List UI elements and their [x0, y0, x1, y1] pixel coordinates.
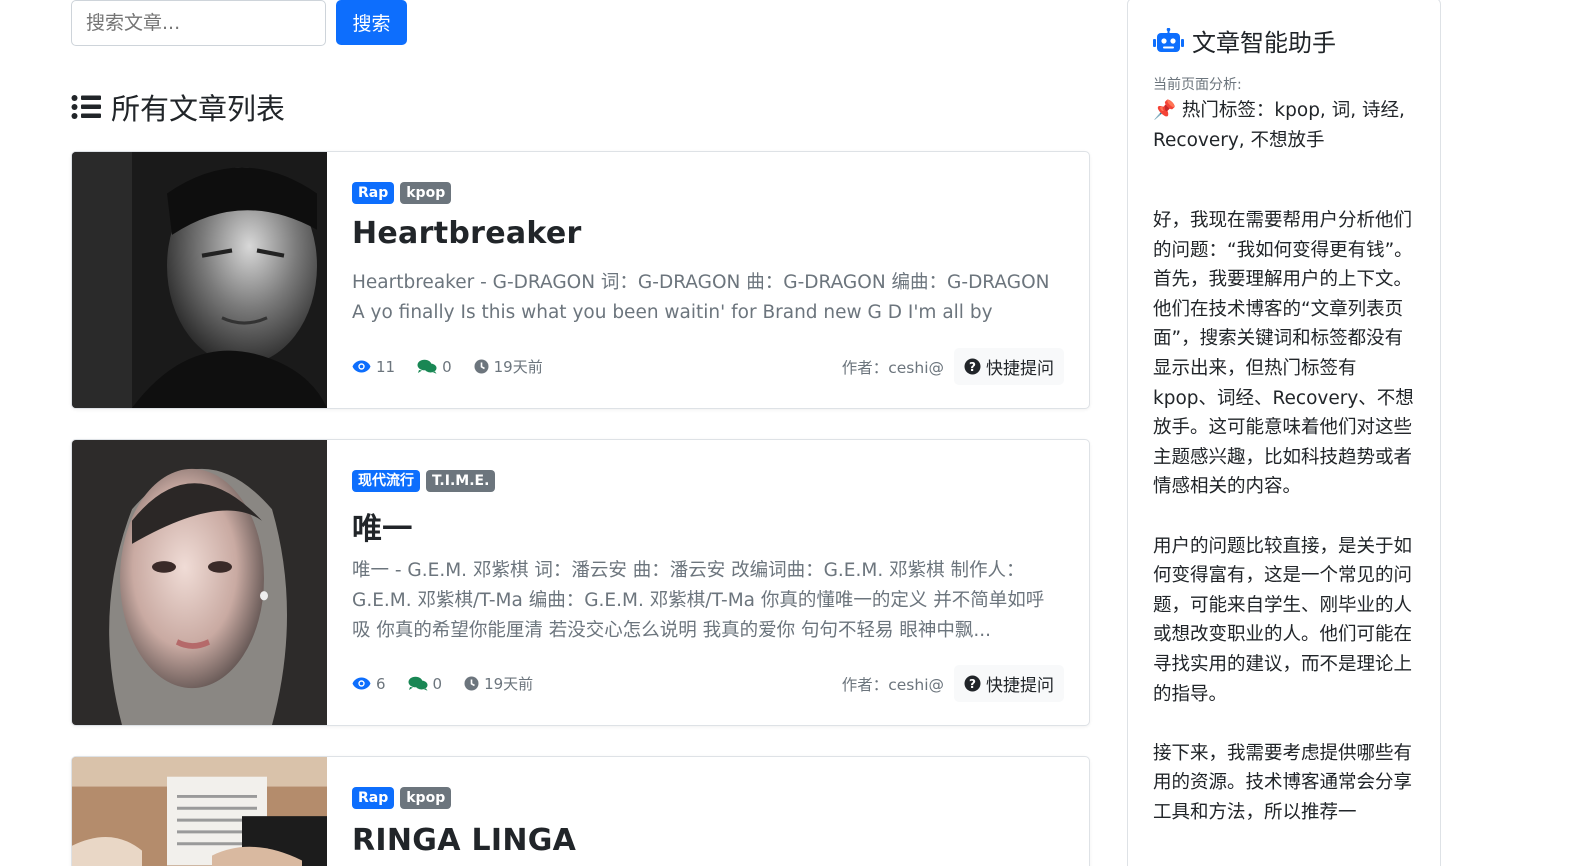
- article-thumbnail[interactable]: [72, 757, 327, 866]
- article-author: 作者：ceshi@: [841, 358, 944, 377]
- question-circle-icon: ?: [964, 675, 981, 692]
- article-excerpt: 唯一 - G.E.M. 邓紫棋 词：潘云安 曲：潘云安 改编词曲：G.E.M. …: [352, 560, 1045, 641]
- response-paragraph: 好，我现在需要帮用户分析他们的问题：“我如何变得更有钱”。首先，我要理解用户的上…: [1153, 210, 1414, 498]
- tag-badge[interactable]: Rap: [352, 182, 395, 204]
- comments-icon: [408, 676, 428, 691]
- quick-ask-button[interactable]: ? 快捷提问: [954, 665, 1064, 702]
- article-title[interactable]: RINGA LINGA: [352, 823, 576, 858]
- search-button[interactable]: 搜索: [336, 0, 407, 45]
- article-excerpt: Heartbreaker - G-DRAGON 词：G-DRAGON 曲：G-D…: [352, 272, 1050, 323]
- views-count: 6: [376, 674, 386, 693]
- svg-text:?: ?: [969, 360, 976, 374]
- response-paragraph: 用户的问题比较直接，是关于如何变得富有，这是一个常见的问题，可能来自学生、刚毕业…: [1153, 535, 1413, 705]
- tag-badge[interactable]: Rap: [352, 787, 395, 809]
- article-thumbnail[interactable]: [72, 152, 327, 408]
- eye-icon: [352, 677, 371, 690]
- question-circle-icon: ?: [964, 358, 981, 375]
- views-stat: 11: [352, 358, 395, 376]
- time-stat: 19天前: [474, 356, 543, 377]
- article-meta: 11 0 19天前 作者：ceshi@ ? 快捷提问: [352, 348, 1064, 385]
- comments-count: 0: [432, 674, 443, 693]
- post-time: 19天前: [493, 358, 543, 376]
- article-author: 作者：ceshi@: [841, 675, 944, 694]
- page: 搜索 所有文章列表: [0, 0, 1587, 866]
- article-card[interactable]: 现代流行 T.I.M.E. 唯一 唯一 - G.E.M. 邓紫棋 词：潘云安 曲…: [71, 439, 1090, 726]
- page-title: 所有文章列表: [71, 86, 285, 128]
- views-stat: 6: [352, 675, 386, 693]
- tag-badge[interactable]: 现代流行: [352, 470, 420, 492]
- comments-stat: 0: [408, 674, 443, 693]
- svg-text:?: ?: [969, 677, 976, 691]
- eye-icon: [352, 360, 371, 373]
- article-body: 现代流行 T.I.M.E. 唯一 唯一 - G.E.M. 邓紫棋 词：潘云安 曲…: [352, 440, 1064, 725]
- tag-badge[interactable]: kpop: [400, 787, 452, 809]
- article-title[interactable]: Heartbreaker: [352, 216, 582, 251]
- search-input[interactable]: [71, 0, 326, 46]
- time-stat: 19天前: [464, 673, 533, 694]
- tag-list: Rap kpop: [352, 787, 452, 809]
- article-body: Rap kpop RINGA LINGA: [352, 757, 1064, 866]
- quick-ask-label: 快捷提问: [986, 676, 1054, 696]
- page-title-text: 所有文章列表: [111, 92, 286, 126]
- response-paragraph: 接下来，我需要考虑提供哪些有用的资源。技术博客通常会分享工具和方法，所以推荐一: [1153, 742, 1413, 823]
- comments-stat: 0: [417, 358, 452, 376]
- list-icon: [71, 95, 101, 119]
- search-bar: 搜索: [71, 0, 407, 46]
- tag-list: Rap kpop: [352, 182, 452, 204]
- assistant-title: 文章智能助手: [1192, 29, 1336, 57]
- article-card[interactable]: Rap kpop Heartbreaker Heartbreaker - G-D…: [71, 151, 1090, 409]
- article-thumbnail[interactable]: [72, 440, 327, 725]
- hot-tags: 📌 热门标签：kpop, 词, 诗经, Recovery, 不想放手: [1153, 100, 1405, 151]
- assistant-header: 文章智能助手: [1153, 23, 1416, 58]
- tag-badge[interactable]: T.I.M.E.: [426, 470, 496, 492]
- comments-icon: [417, 359, 437, 374]
- quick-ask-button[interactable]: ? 快捷提问: [954, 348, 1064, 385]
- post-time: 19天前: [484, 675, 534, 693]
- analysis-label: 当前页面分析:: [1153, 77, 1242, 93]
- quick-ask-label: 快捷提问: [986, 359, 1054, 379]
- assistant-panel: 文章智能助手 当前页面分析: 📌 热门标签：kpop, 词, 诗经, Recov…: [1127, 0, 1441, 866]
- article-card[interactable]: Rap kpop RINGA LINGA: [71, 756, 1090, 866]
- article-title[interactable]: 唯一: [352, 504, 413, 548]
- tag-list: 现代流行 T.I.M.E.: [352, 470, 496, 492]
- article-body: Rap kpop Heartbreaker Heartbreaker - G-D…: [352, 152, 1064, 408]
- clock-icon: [464, 676, 479, 691]
- comments-count: 0: [442, 357, 452, 376]
- views-count: 11: [376, 357, 396, 376]
- tag-badge[interactable]: kpop: [400, 182, 452, 204]
- article-meta: 6 0 19天前 作者：ceshi@ ? 快捷提问: [352, 665, 1064, 702]
- clock-icon: [474, 359, 489, 374]
- robot-icon: [1153, 27, 1184, 52]
- assistant-response: 好，我现在需要帮用户分析他们的问题：“我如何变得更有钱”。首先，我要理解用户的上…: [1153, 206, 1416, 827]
